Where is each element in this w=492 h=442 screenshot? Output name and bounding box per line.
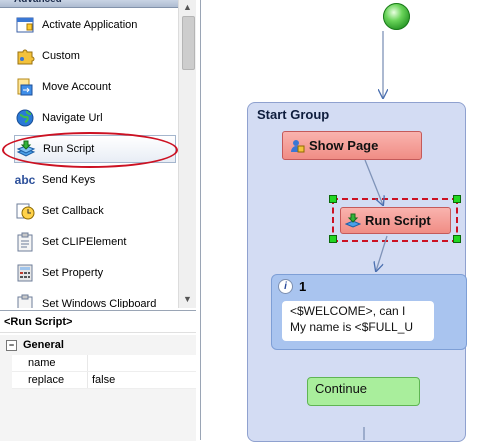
highlight-ellipse [2, 132, 178, 168]
show-page-node[interactable]: Show Page [282, 131, 422, 160]
show-page-label: Show Page [309, 138, 379, 153]
tool-item-set-callback[interactable]: Set Callback [14, 197, 178, 225]
show-page-icon [289, 138, 305, 154]
tool-item-label: Move Account [42, 81, 112, 93]
info-icon: i [278, 279, 293, 294]
tool-item-label: Activate Application [42, 19, 138, 31]
toolbox-category-header[interactable]: Advanced [0, 0, 192, 8]
property-value[interactable]: false [88, 372, 115, 388]
resize-handle-bottom-right[interactable] [453, 235, 461, 243]
tool-item-navigate-url[interactable]: Navigate Url [14, 104, 178, 132]
continue-node[interactable]: Continue [307, 377, 420, 406]
scroll-up-arrow-icon[interactable]: ▲ [183, 2, 192, 12]
tool-item-label: Set Callback [42, 205, 104, 217]
resize-handle-bottom-left[interactable] [329, 235, 337, 243]
properties-title: <Run Script> [0, 311, 196, 333]
tool-item-label: Set Property [42, 267, 104, 279]
scroll-down-arrow-icon[interactable]: ▼ [183, 294, 192, 304]
puzzle-icon [14, 45, 36, 67]
property-row-name[interactable]: name [12, 355, 196, 372]
tool-item-set-windows-clipboard[interactable]: Set Windows Clipboard [14, 290, 178, 308]
toolbox-scrollbar[interactable]: ▲ ▼ [178, 0, 196, 308]
abc-icon: abc [14, 173, 36, 187]
run-script-label: Run Script [365, 213, 431, 228]
calculator-icon [14, 262, 36, 284]
run-script-icon [345, 213, 361, 229]
properties-panel: <Run Script> − General name replace fals… [0, 310, 196, 441]
category-label: General [23, 339, 64, 351]
tool-item-set-clipelement[interactable]: Set CLIPElement [14, 228, 178, 256]
tool-item-label: Set Windows Clipboard [42, 298, 157, 308]
collapse-toggle-icon[interactable]: − [6, 339, 17, 351]
scrollbar-thumb[interactable] [182, 16, 195, 70]
property-row-replace[interactable]: replace false [12, 372, 196, 389]
resize-handle-top-left[interactable] [329, 195, 337, 203]
tool-item-label: Custom [42, 50, 80, 62]
clock-callback-icon [14, 200, 36, 222]
start-node[interactable] [383, 3, 410, 30]
property-name: replace [12, 372, 88, 388]
tool-item-label: Navigate Url [42, 112, 103, 124]
group-title: Start Group [257, 107, 330, 122]
tool-item-set-property[interactable]: Set Property [14, 259, 178, 287]
tool-item-label: Send Keys [42, 174, 96, 186]
property-category-general[interactable]: − General [0, 337, 196, 353]
property-grid: − General name replace false [0, 335, 196, 441]
move-account-icon [14, 76, 36, 98]
message-number: 1 [299, 279, 307, 294]
message-line: <$WELCOME>, can I [290, 304, 406, 318]
message-text: <$WELCOME>, can I My name is <$FULL_U [282, 301, 434, 341]
resize-handle-top-right[interactable] [453, 195, 461, 203]
window-app-icon [14, 14, 36, 36]
toolbox-panel: Advanced Activate Application Custom Mov… [0, 0, 196, 308]
message-header: i 1 [278, 279, 306, 294]
tool-item-label: Set CLIPElement [42, 236, 127, 248]
tool-item-custom[interactable]: Custom [14, 42, 178, 70]
clipboard-icon [14, 293, 36, 308]
message-node[interactable]: i 1 <$WELCOME>, can I My name is <$FULL_… [271, 274, 467, 350]
left-pane: Advanced Activate Application Custom Mov… [0, 0, 201, 441]
clipboard-icon [14, 231, 36, 253]
run-script-node[interactable]: Run Script [340, 207, 451, 234]
tool-item-send-keys[interactable]: abc Send Keys [14, 166, 178, 194]
tool-item-activate-application[interactable]: Activate Application [14, 11, 178, 39]
tool-item-move-account[interactable]: Move Account [14, 73, 178, 101]
message-line: My name is <$FULL_U [290, 320, 414, 334]
property-name: name [12, 355, 88, 371]
globe-icon [14, 107, 36, 129]
